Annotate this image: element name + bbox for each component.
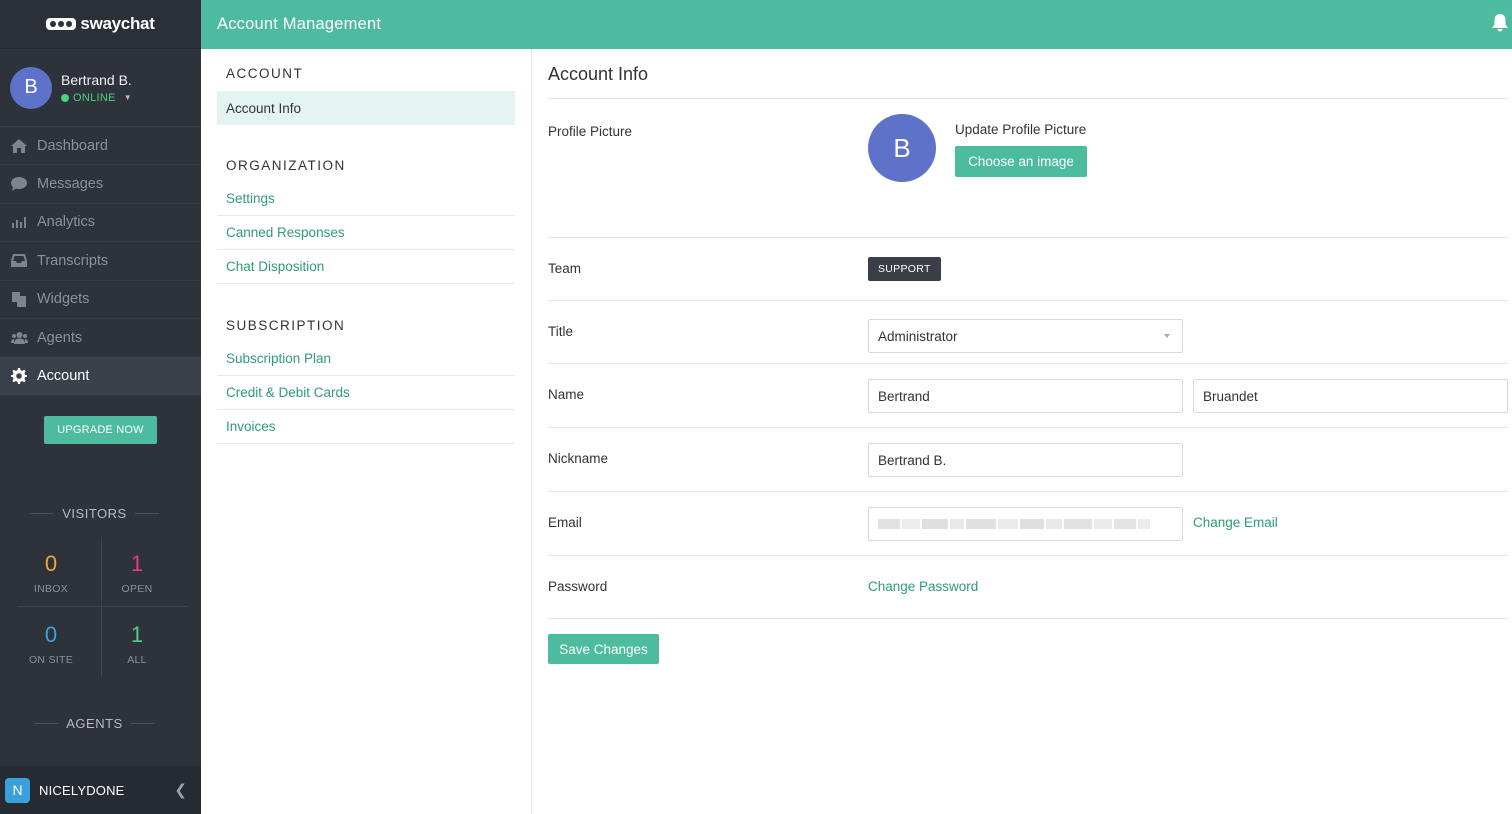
- user-name: Bertrand B.: [61, 71, 132, 88]
- bell-icon[interactable]: [1492, 14, 1508, 37]
- sidebar: swaychat B Bertrand B. ONLINE ▼ Dashboar…: [0, 0, 201, 814]
- first-name-input[interactable]: Bertrand: [868, 379, 1183, 413]
- stat-value: 0: [44, 551, 58, 576]
- stat-open[interactable]: 1 OPEN: [94, 551, 180, 595]
- nav-label: Transcripts: [37, 252, 109, 269]
- nav-item-transcripts[interactable]: Transcripts: [0, 242, 201, 281]
- redacted-email: [878, 519, 1150, 529]
- subscription-section-heading: SUBSCRIPTION: [226, 318, 346, 333]
- nav-item-account[interactable]: Account: [0, 357, 201, 396]
- menu-item-settings[interactable]: Settings: [217, 182, 515, 216]
- stat-value: 0: [44, 622, 58, 647]
- nav-item-messages[interactable]: Messages: [0, 165, 201, 204]
- page-title: Account Info: [548, 64, 649, 84]
- visitors-heading: VISITORS: [0, 506, 189, 521]
- organization-switcher[interactable]: N NICELYDONE ❮: [0, 766, 201, 814]
- main-nav: Dashboard Messages Analytics Transcripts…: [0, 127, 201, 396]
- org-name: NICELYDONE: [39, 782, 125, 798]
- chat-icon: [10, 176, 28, 192]
- first-name-value: Bertrand: [878, 388, 930, 404]
- menu-item-credit-debit-cards[interactable]: Credit & Debit Cards: [217, 376, 515, 410]
- title-select-value: Administrator: [878, 328, 958, 344]
- nickname-input[interactable]: Bertrand B.: [868, 443, 1183, 477]
- inbox-icon: [10, 253, 28, 269]
- stat-on-site[interactable]: 0 ON SITE: [8, 622, 94, 666]
- avatar: B: [10, 66, 52, 109]
- user-profile[interactable]: B Bertrand B. ONLINE ▼: [0, 49, 201, 127]
- stat-value: 1: [130, 622, 144, 647]
- name-label: Name: [548, 387, 585, 402]
- nickname-value: Bertrand B.: [878, 452, 947, 468]
- email-field[interactable]: [868, 507, 1183, 541]
- email-label: Email: [548, 515, 582, 530]
- last-name-value: Bruandet: [1203, 388, 1258, 404]
- users-icon: [10, 330, 28, 346]
- home-icon: [10, 138, 28, 154]
- agents-heading: AGENTS: [0, 716, 189, 731]
- gear-icon: [10, 368, 28, 385]
- profile-picture-label: Profile Picture: [548, 124, 633, 139]
- stat-all[interactable]: 1 ALL: [94, 622, 180, 666]
- change-email-link[interactable]: Change Email: [1193, 515, 1278, 530]
- account-section-heading: ACCOUNT: [226, 66, 304, 81]
- caret-down-icon: ▼: [123, 93, 132, 102]
- caret-down-icon: [1164, 334, 1170, 338]
- choose-image-button[interactable]: Choose an image: [955, 146, 1087, 177]
- nav-item-dashboard[interactable]: Dashboard: [0, 127, 201, 166]
- status-label: ONLINE: [73, 91, 116, 104]
- nav-item-analytics[interactable]: Analytics: [0, 204, 201, 243]
- stat-value: 1: [130, 551, 144, 576]
- title-select[interactable]: Administrator: [868, 319, 1183, 353]
- top-bar: Account Management: [201, 0, 1512, 49]
- menu-item-account-info[interactable]: Account Info: [217, 91, 515, 125]
- change-password-link[interactable]: Change Password: [868, 579, 978, 594]
- nav-label: Agents: [37, 329, 83, 346]
- stat-label: ALL: [127, 654, 147, 666]
- stat-label: OPEN: [121, 583, 153, 595]
- team-label: Team: [548, 261, 582, 276]
- status-dropdown[interactable]: ONLINE ▼: [61, 92, 132, 104]
- menu-item-canned-responses[interactable]: Canned Responses: [217, 216, 515, 250]
- brand-logo[interactable]: swaychat: [46, 14, 155, 34]
- menu-item-subscription-plan[interactable]: Subscription Plan: [217, 342, 515, 376]
- organization-section-heading: ORGANIZATION: [226, 158, 346, 173]
- collapse-sidebar-icon[interactable]: ❮: [174, 781, 187, 799]
- account-info-form: Account Info Profile Picture B Update Pr…: [532, 49, 1512, 814]
- nav-label: Dashboard: [37, 137, 108, 154]
- stat-inbox[interactable]: 0 INBOX: [8, 551, 94, 595]
- logo-bar: swaychat: [0, 0, 201, 49]
- bar-chart-icon: [10, 214, 28, 230]
- title-label: Title: [548, 324, 574, 339]
- menu-item-chat-disposition[interactable]: Chat Disposition: [217, 250, 515, 284]
- chat-bubble-logo-icon: [46, 18, 77, 30]
- password-label: Password: [548, 579, 608, 594]
- nav-label: Messages: [37, 176, 104, 193]
- upgrade-now-button[interactable]: UPGRADE NOW: [44, 415, 157, 444]
- visitor-stats: 0 INBOX 1 OPEN 0 ON SITE 1 ALL: [8, 537, 188, 677]
- org-avatar: N: [5, 777, 30, 803]
- copy-icon: [10, 291, 28, 307]
- brand-name: swaychat: [80, 14, 155, 33]
- nav-label: Widgets: [37, 291, 90, 308]
- settings-menu: ACCOUNT Account Info ORGANIZATION Settin…: [201, 49, 532, 814]
- page-header-title: Account Management: [217, 15, 382, 33]
- nav-label: Account: [37, 368, 90, 385]
- menu-item-invoices[interactable]: Invoices: [217, 410, 515, 444]
- nav-item-widgets[interactable]: Widgets: [0, 281, 201, 319]
- last-name-input[interactable]: Bruandet: [1193, 379, 1508, 413]
- profile-avatar: B: [868, 114, 936, 182]
- nav-label: Analytics: [37, 214, 96, 231]
- stat-label: ON SITE: [28, 654, 74, 666]
- stat-label: INBOX: [33, 583, 69, 595]
- team-badge: SUPPORT: [868, 257, 941, 281]
- save-changes-button[interactable]: Save Changes: [548, 634, 659, 664]
- update-profile-picture-label: Update Profile Picture: [955, 122, 1087, 137]
- nickname-label: Nickname: [548, 451, 609, 466]
- nav-item-agents[interactable]: Agents: [0, 319, 201, 358]
- online-dot-icon: [61, 93, 69, 102]
